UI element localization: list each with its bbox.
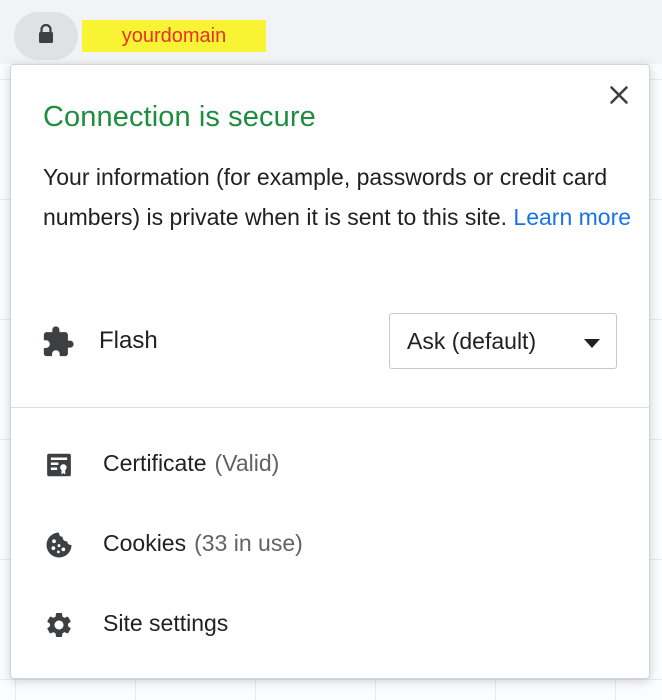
flash-permission-value: Ask (default): [407, 327, 537, 354]
flash-label: Flash: [99, 327, 158, 354]
security-description: Your information (for example, passwords…: [43, 157, 633, 237]
flash-permission-select[interactable]: Ask (default): [389, 313, 617, 369]
certificate-icon: [44, 450, 74, 480]
certificate-status: (Valid): [214, 450, 280, 476]
browser-toolbar: yourdomain: [0, 0, 662, 65]
site-settings-row[interactable]: Site settings: [11, 592, 649, 656]
lock-icon: [38, 23, 54, 49]
site-info-button[interactable]: [14, 12, 78, 60]
page-info-bubble: Connection is secure Your information (f…: [10, 64, 650, 679]
certificate-row[interactable]: Certificate (Valid): [11, 432, 649, 496]
gear-icon: [44, 610, 74, 640]
domain-text[interactable]: yourdomain: [82, 20, 266, 52]
puzzle-piece-icon: [41, 325, 75, 359]
cookies-status: (33 in use): [194, 530, 303, 556]
close-icon: [609, 85, 629, 110]
cookies-label: Cookies: [103, 530, 187, 556]
section-divider: [11, 407, 649, 408]
connection-status-title: Connection is secure: [43, 101, 316, 133]
cookie-icon: [44, 530, 74, 560]
caret-down-icon: [584, 336, 600, 354]
cookies-row[interactable]: Cookies (33 in use): [11, 512, 649, 576]
site-settings-label: Site settings: [103, 610, 229, 636]
flash-permission-row: Flash Ask (default): [41, 313, 621, 371]
close-button[interactable]: [605, 83, 633, 111]
certificate-label: Certificate: [103, 450, 207, 476]
learn-more-link[interactable]: Learn more: [513, 204, 631, 230]
